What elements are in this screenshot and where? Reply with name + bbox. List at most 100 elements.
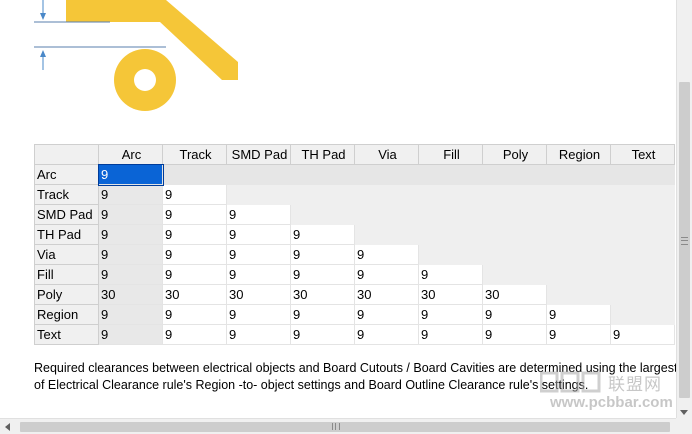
clearance-cell[interactable]: 30 bbox=[290, 284, 355, 305]
empty-cell bbox=[354, 164, 419, 185]
clearance-cell[interactable]: 9 bbox=[162, 304, 227, 325]
column-header[interactable]: Track bbox=[162, 144, 227, 165]
clearance-cell[interactable]: 9 bbox=[354, 264, 419, 285]
clearance-cell[interactable]: 30 bbox=[226, 284, 291, 305]
clearance-cell[interactable]: 9 bbox=[97, 163, 164, 186]
clearance-cell[interactable]: 9 bbox=[226, 324, 291, 345]
scroll-down-arrow-icon[interactable] bbox=[680, 410, 688, 415]
row-header[interactable]: Fill bbox=[34, 264, 99, 285]
clearance-cell[interactable]: 9 bbox=[98, 304, 163, 325]
vertical-scroll-thumb[interactable] bbox=[679, 82, 690, 398]
clearance-cell[interactable]: 9 bbox=[226, 264, 291, 285]
empty-cell bbox=[546, 224, 611, 245]
column-header[interactable]: Region bbox=[546, 144, 611, 165]
clearance-cell[interactable]: 9 bbox=[226, 244, 291, 265]
dimension-arrow-top-head bbox=[40, 13, 46, 20]
empty-cell bbox=[610, 304, 675, 325]
clearance-cell[interactable]: 9 bbox=[290, 224, 355, 245]
clearance-cell[interactable]: 9 bbox=[546, 324, 611, 345]
clearance-cell[interactable]: 9 bbox=[482, 304, 547, 325]
horizontal-scroll-thumb[interactable] bbox=[20, 422, 670, 432]
empty-cell bbox=[482, 164, 547, 185]
empty-cell bbox=[290, 204, 355, 225]
clearance-cell[interactable]: 30 bbox=[418, 284, 483, 305]
horizontal-scrollbar[interactable] bbox=[0, 418, 676, 434]
scroll-left-arrow-icon[interactable] bbox=[5, 423, 10, 431]
clearance-cell[interactable]: 9 bbox=[162, 204, 227, 225]
row-header[interactable]: Text bbox=[34, 324, 99, 345]
clearance-cell[interactable]: 9 bbox=[418, 264, 483, 285]
column-header[interactable]: Poly bbox=[482, 144, 547, 165]
empty-cell bbox=[610, 244, 675, 265]
column-header[interactable]: TH Pad bbox=[290, 144, 355, 165]
column-header[interactable]: Text bbox=[610, 144, 675, 165]
column-header[interactable]: Arc bbox=[98, 144, 163, 165]
clearance-cell[interactable]: 9 bbox=[98, 204, 163, 225]
column-header[interactable]: SMD Pad bbox=[226, 144, 291, 165]
empty-cell bbox=[226, 164, 291, 185]
clearance-cell[interactable]: 9 bbox=[98, 184, 163, 205]
clearance-cell[interactable]: 9 bbox=[290, 324, 355, 345]
vertical-scrollbar[interactable] bbox=[676, 0, 692, 418]
clearance-matrix: Arc Track SMD Pad TH Pad Via Fill Poly Region Te… bbox=[34, 144, 675, 345]
clearance-cell[interactable]: 30 bbox=[482, 284, 547, 305]
clearance-cell[interactable]: 9 bbox=[162, 264, 227, 285]
clearance-cell[interactable]: 9 bbox=[418, 324, 483, 345]
clearance-cell[interactable]: 9 bbox=[290, 244, 355, 265]
row-header[interactable]: Poly bbox=[34, 284, 99, 305]
clearance-cell[interactable]: 9 bbox=[354, 304, 419, 325]
empty-cell bbox=[546, 204, 611, 225]
clearance-cell[interactable]: 30 bbox=[98, 284, 163, 305]
clearance-cell[interactable]: 9 bbox=[226, 304, 291, 325]
empty-cell bbox=[610, 204, 675, 225]
empty-cell bbox=[482, 264, 547, 285]
watermark-logo bbox=[540, 371, 601, 393]
clearance-cell[interactable]: 9 bbox=[354, 244, 419, 265]
empty-cell bbox=[482, 244, 547, 265]
clearance-cell[interactable]: 9 bbox=[290, 264, 355, 285]
row-header[interactable]: TH Pad bbox=[34, 224, 99, 245]
clearance-cell[interactable]: 30 bbox=[162, 284, 227, 305]
clearance-cell[interactable]: 9 bbox=[354, 324, 419, 345]
clearance-cell[interactable]: 9 bbox=[226, 224, 291, 245]
row-header[interactable]: Track bbox=[34, 184, 99, 205]
clearance-cell[interactable]: 9 bbox=[610, 324, 675, 345]
matrix-corner-cell bbox=[34, 144, 99, 165]
empty-cell bbox=[354, 224, 419, 245]
clearance-cell[interactable]: 9 bbox=[162, 224, 227, 245]
empty-cell bbox=[290, 164, 355, 185]
clearance-cell[interactable]: 9 bbox=[162, 184, 227, 205]
matrix-row: Via 9 9 9 9 9 bbox=[34, 244, 675, 265]
row-header[interactable]: SMD Pad bbox=[34, 204, 99, 225]
clearance-cell[interactable]: 9 bbox=[226, 204, 291, 225]
empty-cell bbox=[482, 224, 547, 245]
row-header[interactable]: Arc bbox=[34, 164, 99, 185]
clearance-cell[interactable]: 9 bbox=[98, 264, 163, 285]
matrix-row: Region 9 9 9 9 9 9 9 9 bbox=[34, 304, 675, 325]
empty-cell bbox=[610, 284, 675, 305]
empty-cell bbox=[610, 264, 675, 285]
clearance-cell[interactable]: 30 bbox=[354, 284, 419, 305]
clearance-cell[interactable]: 9 bbox=[162, 324, 227, 345]
matrix-row: Track 9 9 bbox=[34, 184, 675, 205]
row-header[interactable]: Region bbox=[34, 304, 99, 325]
clearance-cell[interactable]: 9 bbox=[98, 224, 163, 245]
clearance-cell[interactable]: 9 bbox=[290, 304, 355, 325]
empty-cell bbox=[610, 224, 675, 245]
clearance-cell[interactable]: 9 bbox=[98, 244, 163, 265]
clearance-cell[interactable]: 9 bbox=[418, 304, 483, 325]
grip-icon bbox=[332, 423, 340, 430]
clearance-cell[interactable]: 9 bbox=[482, 324, 547, 345]
matrix-row: Poly 30 30 30 30 30 30 30 bbox=[34, 284, 675, 305]
clearance-diagram bbox=[34, 0, 238, 111]
column-header[interactable]: Fill bbox=[418, 144, 483, 165]
clearance-cell[interactable]: 9 bbox=[98, 324, 163, 345]
clearance-cell[interactable]: 9 bbox=[546, 304, 611, 325]
clearance-cell[interactable]: 9 bbox=[162, 244, 227, 265]
row-header[interactable]: Via bbox=[34, 244, 99, 265]
empty-cell bbox=[418, 164, 483, 185]
matrix-row: Text 9 9 9 9 9 9 9 9 9 bbox=[34, 324, 675, 345]
column-header[interactable]: Via bbox=[354, 144, 419, 165]
scrollbar-corner bbox=[676, 418, 692, 434]
empty-cell bbox=[610, 184, 675, 205]
